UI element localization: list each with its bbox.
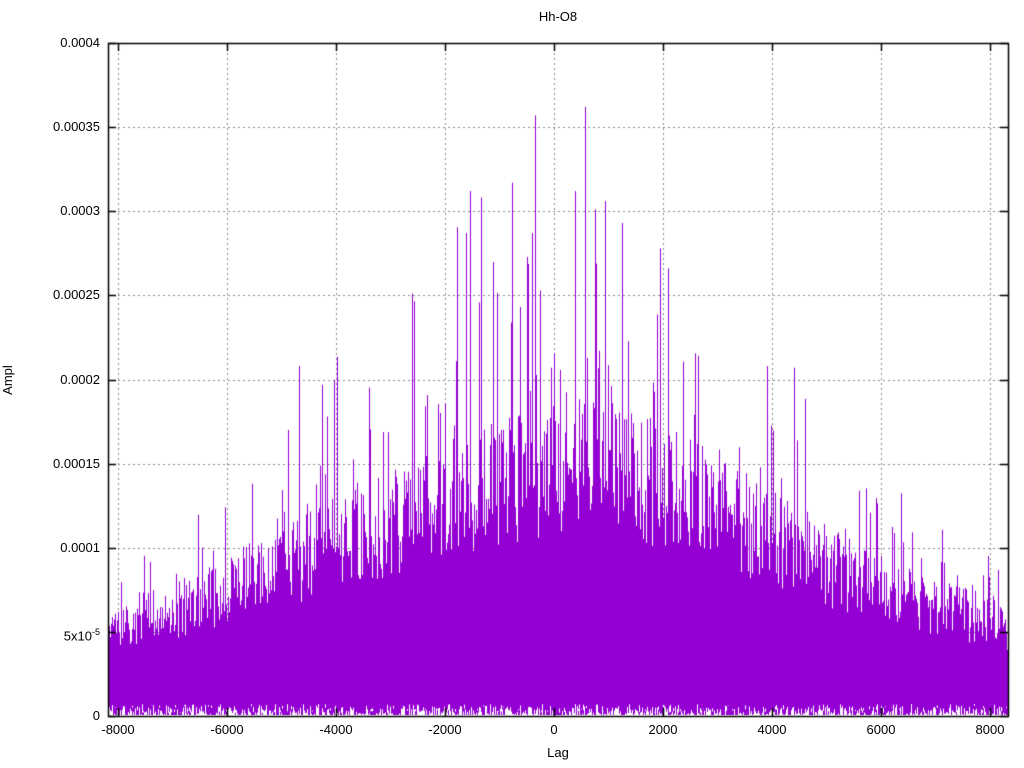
y-tick-label: 0.00025 (53, 287, 100, 302)
x-tick-label: 2000 (648, 722, 678, 737)
x-tick-label: -4000 (319, 722, 353, 737)
x-tick-label: -8000 (101, 722, 135, 737)
x-axis-title: Lag (547, 745, 569, 760)
x-tick-label: 4000 (757, 722, 787, 737)
x-tick-label: 0 (550, 722, 558, 737)
y-tick-label: 0.00035 (53, 119, 100, 134)
y-tick-label: 0.00015 (53, 456, 100, 471)
y-tick-label: 0.0003 (60, 203, 100, 218)
x-tick-label: -2000 (428, 722, 462, 737)
plot-canvas (0, 0, 1024, 768)
y-tick-label: 0.0001 (60, 540, 100, 555)
x-tick-label: -6000 (210, 722, 244, 737)
y-tick-label: 0.0002 (60, 372, 100, 387)
x-tick-label: 8000 (975, 722, 1005, 737)
y-tick-label: 5x10-5 (63, 627, 100, 644)
x-tick-label: 6000 (866, 722, 896, 737)
y-tick-label: 0.0004 (60, 35, 100, 50)
chart-title: Hh-O8 (538, 9, 578, 24)
chart: Hh-O8 Ampl Lag 0 5x10-5 0.0001 0.00015 0.000… (0, 0, 1024, 768)
